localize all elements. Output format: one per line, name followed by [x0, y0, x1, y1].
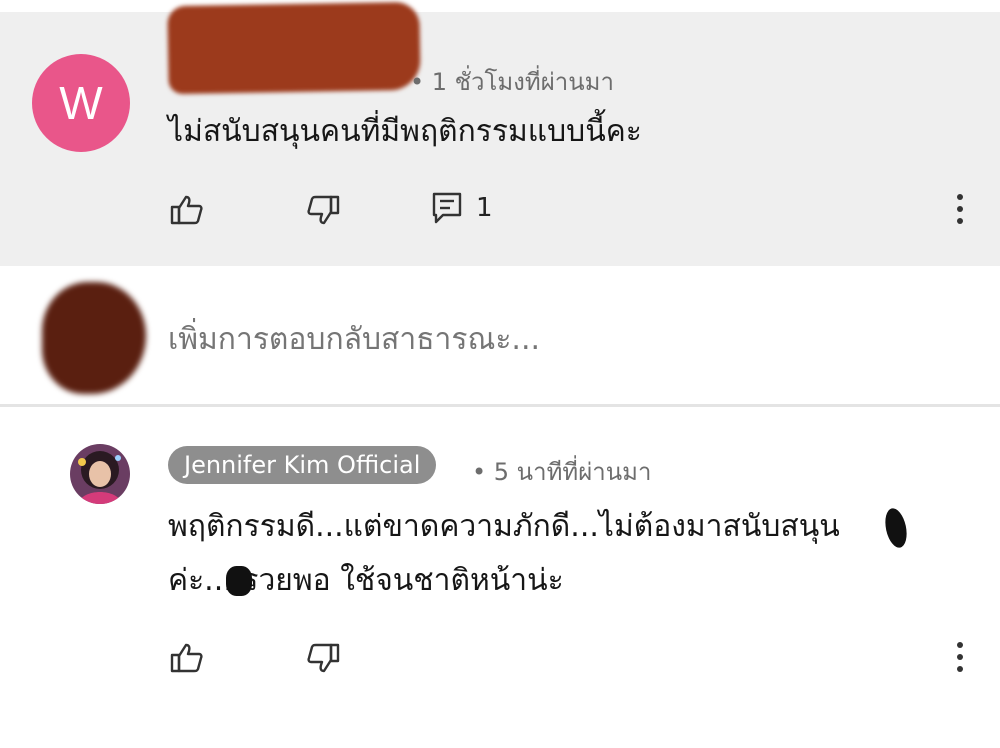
avatar[interactable]: [70, 444, 130, 504]
more-vertical-icon[interactable]: [956, 194, 964, 224]
avatar[interactable]: W: [32, 54, 130, 152]
avatar-letter: W: [59, 77, 103, 129]
reply-count: 1: [476, 193, 493, 223]
comment-text: ไม่สนับสนุนคนที่มีพฤติกรรมแบบนี้คะ: [168, 114, 642, 149]
redacted-username: [167, 1, 421, 95]
reply-text-line-2: ค่ะ... รวยพอ ใช้จนชาติหน้าน่ะ: [168, 563, 564, 598]
more-vertical-icon[interactable]: [956, 642, 964, 672]
thumbs-up-icon: [170, 195, 203, 225]
reply-input[interactable]: เพิ่มการตอบกลับสาธารณะ...: [168, 316, 540, 363]
dislike-button[interactable]: [306, 194, 340, 226]
replies-button[interactable]: 1: [432, 192, 493, 224]
like-button[interactable]: [170, 642, 204, 674]
reply-text: พฤติกรรมดี...แต่ขาดความภักดี...ไม่ต้องมา…: [168, 500, 840, 608]
reply-text-line-1: พฤติกรรมดี...แต่ขาดความภักดี...ไม่ต้องมา…: [168, 509, 840, 544]
author-badge[interactable]: Jennifer Kim Official: [168, 446, 437, 484]
dislike-button[interactable]: [306, 642, 340, 674]
comment-icon: [432, 192, 462, 224]
comment-timestamp: • 1 ชั่วโมงที่ผ่านมา: [410, 68, 614, 96]
like-button[interactable]: [170, 194, 204, 226]
avatar-image: [70, 444, 130, 504]
reply-timestamp: • 5 นาทีที่ผ่านมา: [472, 458, 652, 486]
thumbs-down-icon: [307, 643, 340, 673]
ink-scribble: [882, 506, 910, 550]
thumbs-up-icon: [170, 643, 203, 673]
ink-scribble: [226, 566, 252, 596]
author-name: Jennifer Kim Official: [184, 451, 421, 479]
thumbs-down-icon: [307, 195, 340, 225]
divider: [0, 404, 1000, 407]
